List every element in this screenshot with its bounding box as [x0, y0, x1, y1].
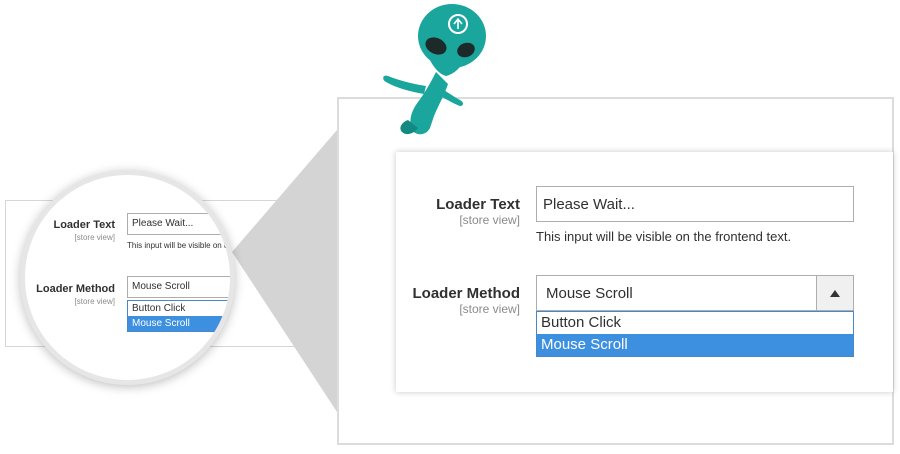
loader-method-select-value: Mouse Scroll — [546, 284, 633, 302]
mag-loader-text-scope: [store view] — [74, 233, 115, 242]
triangle-up-icon — [830, 289, 840, 297]
mag-loader-text-input[interactable]: Please Wait... — [127, 213, 230, 235]
mag-loader-text-note: This input will be visible on th — [127, 241, 231, 250]
magnifier-circle: Loader Text [store view] Please Wait... … — [20, 170, 235, 385]
mag-options-list: Button Click Mouse Scroll — [127, 300, 230, 332]
mag-option-mouse-scroll[interactable]: Mouse Scroll — [128, 316, 230, 331]
mag-option-button-click[interactable]: Button Click — [128, 301, 230, 316]
loader-text-label: Loader Text — [436, 196, 520, 213]
dropdown-toggle[interactable] — [816, 276, 853, 310]
mag-loader-method-scope: [store view] — [74, 297, 115, 306]
option-mouse-scroll[interactable]: Mouse Scroll — [537, 334, 853, 356]
loader-text-scope: [store view] — [459, 213, 520, 227]
option-button-click[interactable]: Button Click — [537, 312, 853, 334]
mag-loader-method-label: Loader Method — [36, 283, 115, 295]
loader-text-note: This input will be visible on the fronte… — [536, 229, 792, 244]
mag-loader-method-select[interactable]: Mouse Scroll — [127, 276, 230, 298]
mag-loader-text-label: Loader Text — [53, 219, 115, 231]
loader-method-scope: [store view] — [459, 302, 520, 316]
loader-text-input[interactable]: Please Wait... — [536, 186, 854, 222]
loader-method-options-list: Button Click Mouse Scroll — [536, 311, 854, 357]
loader-method-select[interactable]: Mouse Scroll — [536, 275, 854, 311]
alien-mascot-icon — [383, 4, 486, 135]
loader-method-label: Loader Method — [412, 285, 521, 302]
